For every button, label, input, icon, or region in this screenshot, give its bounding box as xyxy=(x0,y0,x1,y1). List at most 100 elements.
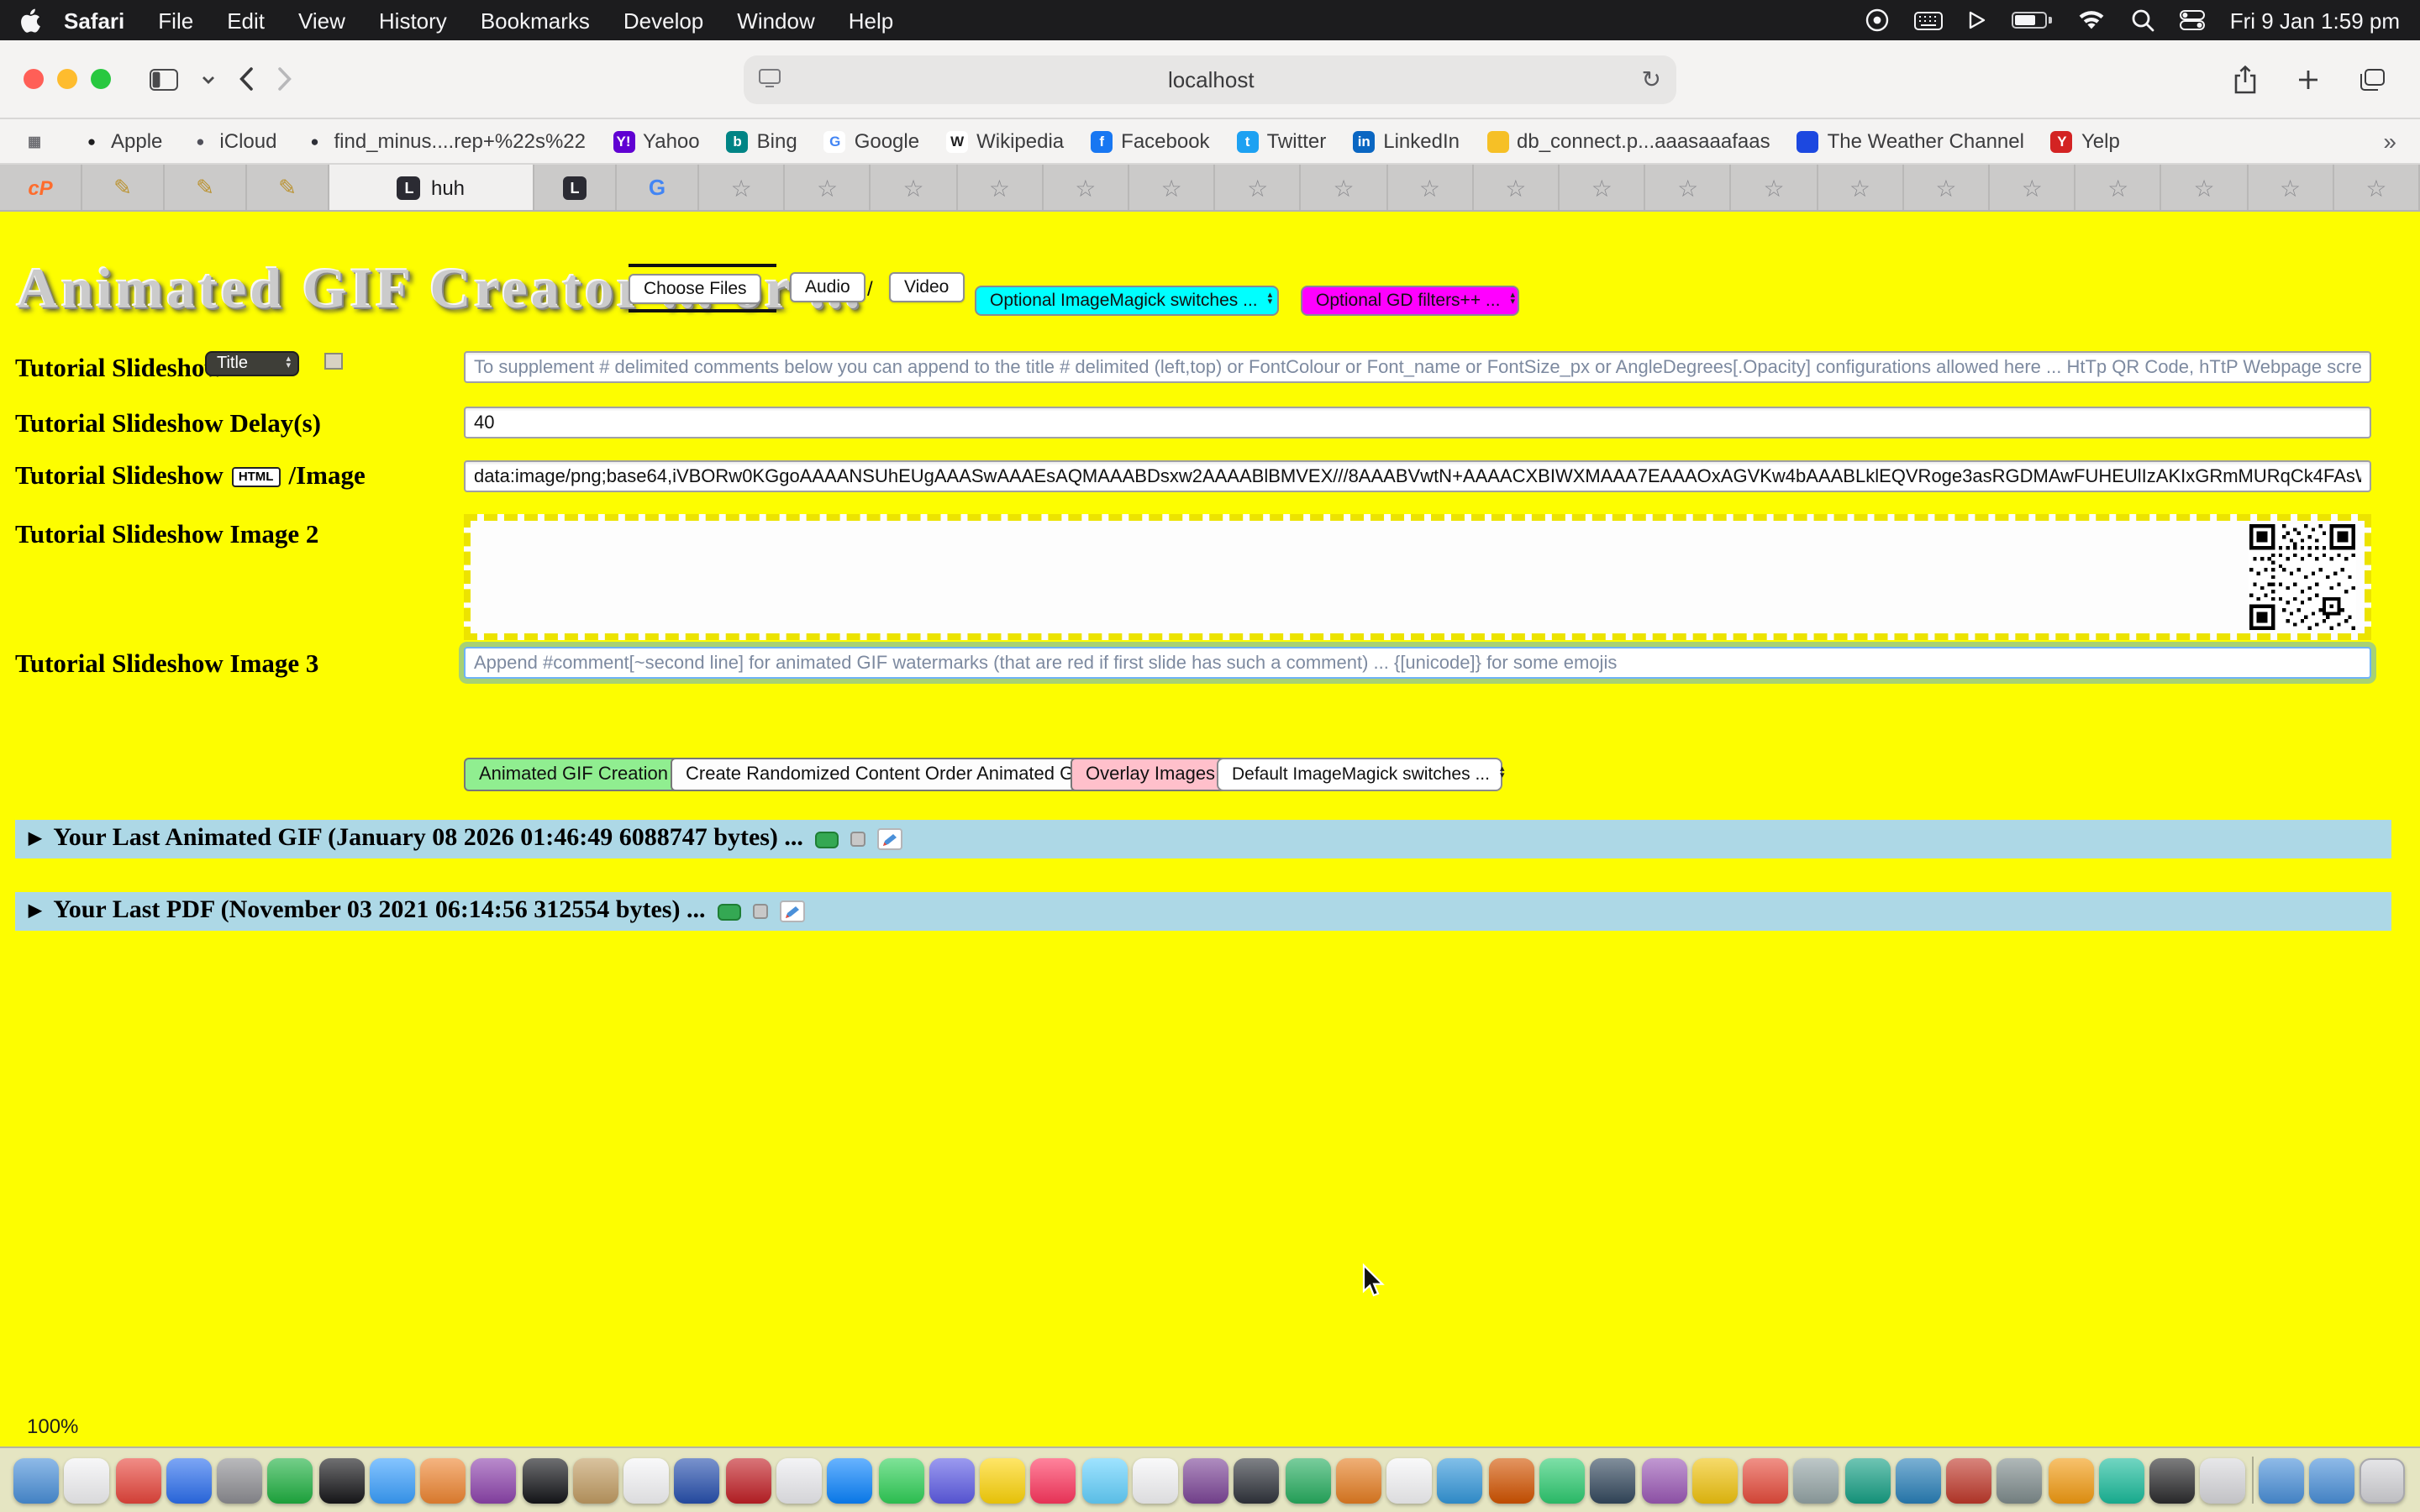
bookmark-item[interactable]: ● find_minus....rep+%22s%22 xyxy=(303,129,586,153)
close-window-button[interactable] xyxy=(24,69,44,89)
dock-app-icon[interactable] xyxy=(1844,1457,1890,1503)
bookmark-item[interactable]: Y Yelp xyxy=(2051,129,2120,153)
dock-app-icon[interactable] xyxy=(1794,1457,1839,1503)
gd-filters-select[interactable]: Optional GD filters++ ... ▴▾ xyxy=(1301,286,1519,316)
dock-app-icon[interactable] xyxy=(471,1457,517,1503)
tab-empty[interactable]: ☆ xyxy=(1904,165,1990,210)
dock-app-icon[interactable] xyxy=(623,1457,669,1503)
menu-clock[interactable]: Fri 9 Jan 1:59 pm xyxy=(2230,8,2400,33)
tab-editor[interactable]: ✎ xyxy=(165,165,247,210)
bookmark-item[interactable]: G Google xyxy=(824,129,919,153)
menu-item[interactable]: History xyxy=(362,8,464,33)
disclosure-triangle-icon[interactable]: ▶ xyxy=(29,830,41,848)
tab-empty[interactable]: ☆ xyxy=(1818,165,1903,210)
bookmark-item[interactable]: ● iCloud xyxy=(189,129,276,153)
tab-cpanel[interactable]: cP xyxy=(0,165,82,210)
menu-item[interactable]: Edit xyxy=(210,8,281,33)
bookmark-item[interactable]: ● Apple xyxy=(81,129,162,153)
randomized-gif-button[interactable]: Create Randomized Content Order Animated… xyxy=(671,758,1106,791)
video-button[interactable]: Video xyxy=(889,272,964,302)
dock-app-icon[interactable] xyxy=(318,1457,364,1503)
html-chip[interactable]: HTML xyxy=(232,467,281,488)
tab-l[interactable]: L xyxy=(534,165,617,210)
dock-app-icon[interactable] xyxy=(166,1457,212,1503)
dock-app-icon[interactable] xyxy=(1183,1457,1228,1503)
dock-app-icon[interactable] xyxy=(1133,1457,1178,1503)
dock-app-icon[interactable] xyxy=(2149,1457,2195,1503)
tab-overview-icon[interactable] xyxy=(2348,68,2396,90)
default-imagemagick-select[interactable]: Default ImageMagick switches ... ▴▾ xyxy=(1217,758,1502,791)
choose-files-button[interactable]: Choose Files xyxy=(629,273,762,303)
dock-documents-folder[interactable] xyxy=(2309,1457,2354,1503)
menu-item[interactable]: Help xyxy=(832,8,911,33)
tab-empty[interactable]: ☆ xyxy=(957,165,1043,210)
last-pdf-bar[interactable]: ▶ Your Last PDF (November 03 2021 06:14:… xyxy=(15,892,2391,931)
bookmark-item[interactable]: t Twitter xyxy=(1237,129,1327,153)
tab-editor[interactable]: ✎ xyxy=(82,165,165,210)
edit-icon[interactable] xyxy=(779,900,804,922)
screen-mirroring-icon[interactable] xyxy=(1968,10,1986,30)
dock-app-icon[interactable] xyxy=(1641,1457,1686,1503)
title-mode-select[interactable]: Title ▴▾ xyxy=(205,351,299,376)
dock-app-icon[interactable] xyxy=(2048,1457,2093,1503)
delay-input[interactable] xyxy=(464,407,2371,438)
dock-downloads-folder[interactable] xyxy=(2259,1457,2304,1503)
tab-active-huh[interactable]: L huh xyxy=(329,165,534,210)
dock-app-icon[interactable] xyxy=(268,1457,313,1503)
dock-app-icon[interactable] xyxy=(1539,1457,1585,1503)
menu-item[interactable]: Bookmarks xyxy=(464,8,607,33)
bookmarks-overflow-chevron[interactable]: » xyxy=(2383,128,2396,155)
dock-app-icon[interactable] xyxy=(878,1457,923,1503)
sidebar-toggle-icon[interactable] xyxy=(138,68,190,90)
tab-google[interactable]: G xyxy=(617,165,699,210)
dock-app-icon[interactable] xyxy=(2201,1457,2246,1503)
zoom-indicator[interactable]: 100% xyxy=(27,1415,78,1438)
image2-dropzone[interactable] xyxy=(464,514,2371,640)
dock-app-icon[interactable] xyxy=(1896,1457,1941,1503)
menu-item[interactable]: Safari xyxy=(47,8,141,33)
forward-button[interactable] xyxy=(266,67,304,91)
last-gif-bar[interactable]: ▶ Your Last Animated GIF (January 08 202… xyxy=(15,820,2391,858)
fullscreen-window-button[interactable] xyxy=(91,69,111,89)
tab-empty[interactable]: ☆ xyxy=(2334,165,2420,210)
title-extra-box[interactable] xyxy=(324,353,343,370)
menu-item[interactable]: Window xyxy=(720,8,832,33)
dock-app-icon[interactable] xyxy=(1743,1457,1788,1503)
image-data-input[interactable] xyxy=(464,460,2371,492)
bookmark-item[interactable]: in LinkedIn xyxy=(1353,129,1460,153)
tab-empty[interactable]: ☆ xyxy=(1645,165,1731,210)
dock-app-icon[interactable] xyxy=(1997,1457,2043,1503)
dock-app-icon[interactable] xyxy=(1285,1457,1330,1503)
tab-group-chevron-icon[interactable] xyxy=(190,75,227,83)
minimize-window-button[interactable] xyxy=(57,69,77,89)
dock-app-icon[interactable] xyxy=(1438,1457,1483,1503)
dock-app-icon[interactable] xyxy=(1386,1457,1432,1503)
tab-empty[interactable]: ☆ xyxy=(2076,165,2162,210)
keyboard-icon[interactable] xyxy=(1914,11,1943,29)
dock-app-icon[interactable] xyxy=(1031,1457,1076,1503)
tab-empty[interactable]: ☆ xyxy=(871,165,957,210)
back-button[interactable] xyxy=(227,67,266,91)
share-icon[interactable] xyxy=(2222,65,2269,93)
overlay-images-button[interactable]: Overlay Images xyxy=(1071,758,1230,791)
animated-gif-creation-button[interactable]: Animated GIF Creation xyxy=(464,758,683,791)
tab-empty[interactable]: ☆ xyxy=(785,165,871,210)
dock-app-icon[interactable] xyxy=(420,1457,466,1503)
tab-empty[interactable]: ☆ xyxy=(1302,165,1387,210)
bookmark-item[interactable]: Y! Yahoo xyxy=(613,129,700,153)
menu-item[interactable]: View xyxy=(281,8,362,33)
bookmark-item[interactable]: db_connect.p...aaasaaafaas xyxy=(1486,129,1770,153)
menu-item[interactable]: File xyxy=(141,8,210,33)
reload-icon[interactable]: ↻ xyxy=(1642,66,1661,94)
battery-icon[interactable] xyxy=(2012,12,2052,29)
dock-app-icon[interactable] xyxy=(1081,1457,1127,1503)
dock-app-icon[interactable] xyxy=(776,1457,822,1503)
dock-app-icon[interactable] xyxy=(1234,1457,1280,1503)
dock-app-icon[interactable] xyxy=(115,1457,160,1503)
dock-app-icon[interactable] xyxy=(1692,1457,1738,1503)
audio-button[interactable]: Audio xyxy=(790,272,865,302)
tab-empty[interactable]: ☆ xyxy=(1129,165,1215,210)
bookmark-item[interactable]: f Facebook xyxy=(1091,129,1209,153)
bookmark-item[interactable]: The Weather Channel xyxy=(1797,129,2024,153)
wifi-icon[interactable] xyxy=(2077,10,2106,30)
